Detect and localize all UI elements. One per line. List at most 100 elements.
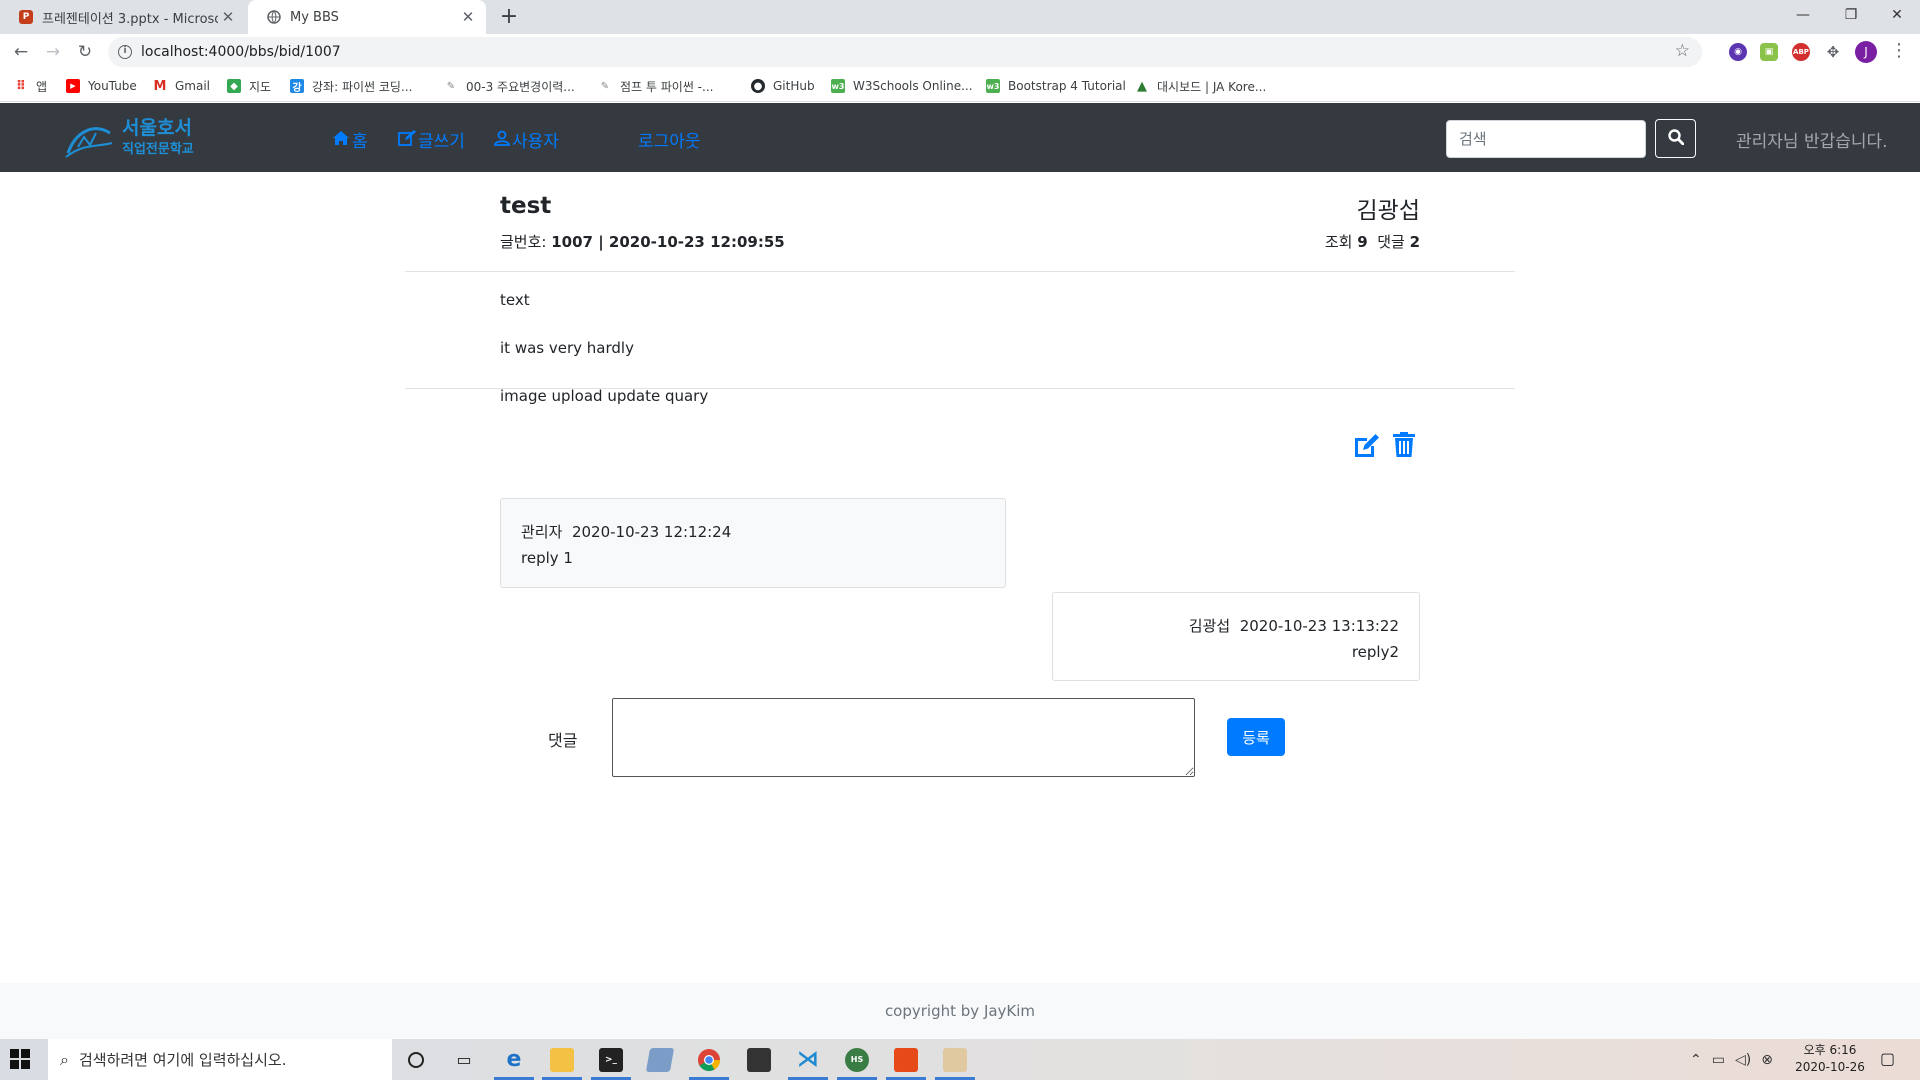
bookmark-youtube[interactable]: ▶ YouTube bbox=[66, 70, 137, 102]
tab-title: 프레젠테이션 3.pptx - Microsoft bbox=[42, 11, 218, 27]
new-tab-button[interactable]: + bbox=[496, 4, 522, 30]
bookmark-jump-to-python[interactable]: ✎ 점프 투 파이썬 -... bbox=[598, 70, 714, 102]
bookmark-dashboard[interactable]: ▲ 대시보드 | JA Kore... bbox=[1135, 70, 1266, 102]
home-icon bbox=[332, 130, 350, 150]
terminal-icon[interactable]: >_ bbox=[587, 1039, 635, 1080]
post-body-line: text bbox=[500, 291, 530, 309]
tab-my-bbs[interactable]: My BBS ✕ bbox=[248, 0, 486, 34]
bookmark-maps[interactable]: ◆ 지도 bbox=[227, 70, 271, 102]
console-icon[interactable] bbox=[735, 1039, 783, 1080]
search-input[interactable] bbox=[1446, 120, 1646, 158]
comment-textarea[interactable] bbox=[612, 698, 1195, 777]
trash-icon[interactable] bbox=[1393, 432, 1417, 460]
task-view-icon[interactable]: ▭ bbox=[440, 1039, 488, 1080]
bookmark-gmail[interactable]: M Gmail bbox=[153, 70, 210, 102]
wikidocs-icon: ✎ bbox=[600, 80, 610, 92]
adblock-icon[interactable]: ABP bbox=[1792, 43, 1810, 61]
paint-icon[interactable] bbox=[931, 1039, 979, 1080]
course-icon: 강 bbox=[290, 79, 304, 94]
vscode-icon[interactable]: ⋊ bbox=[784, 1039, 832, 1080]
comment-text: reply 1 bbox=[521, 549, 573, 567]
comment-label: 댓글 bbox=[548, 731, 578, 750]
tab-powerpoint[interactable]: P 프레젠테이션 3.pptx - Microsoft ✕ bbox=[0, 0, 246, 34]
edit-post-icon[interactable] bbox=[1353, 432, 1381, 460]
bookmark-apps[interactable]: ⠿ 앱 bbox=[14, 70, 47, 102]
clock[interactable]: 오후 6:16 2020-10-26 bbox=[1785, 1042, 1875, 1076]
cortana-icon[interactable] bbox=[392, 1039, 440, 1080]
comment-text: reply2 bbox=[1351, 643, 1399, 661]
web-page: 서울호서 직업전문학교 홈 글쓰기 사용자 로그아웃 검색 관리자님 반갑습니다… bbox=[0, 103, 1920, 1039]
network-icon[interactable]: ▭ bbox=[1712, 1052, 1725, 1068]
nav-users[interactable]: 사용자 bbox=[494, 127, 559, 152]
user-icon bbox=[494, 130, 510, 150]
back-arrow-icon[interactable]: ← bbox=[8, 39, 34, 65]
search-button[interactable] bbox=[1655, 119, 1696, 158]
windows-taskbar: ⌕ 검색하려면 여기에 입력하십시오. ▭ e >_ ⋊ HS ⌃ ▭ ◁) ⊗… bbox=[0, 1039, 1920, 1080]
info-icon[interactable]: i bbox=[118, 45, 132, 59]
puzzle-icon[interactable]: ✥ bbox=[1824, 43, 1842, 61]
bookmark-bootstrap[interactable]: w3 Bootstrap 4 Tutorial bbox=[986, 70, 1126, 102]
footer: copyright by JayKim bbox=[0, 983, 1920, 1039]
divider bbox=[405, 388, 1515, 389]
edge-icon[interactable]: e bbox=[490, 1039, 538, 1080]
app-icon[interactable] bbox=[636, 1039, 684, 1080]
close-tab-icon[interactable]: ✕ bbox=[458, 8, 478, 26]
svg-text:직업전문학교: 직업전문학교 bbox=[122, 141, 194, 157]
close-window-icon[interactable]: ✕ bbox=[1874, 0, 1920, 30]
views-label: 조회 bbox=[1324, 233, 1358, 251]
windows-start-icon[interactable] bbox=[10, 1049, 32, 1071]
extension-icon[interactable]: ▣ bbox=[1760, 43, 1778, 61]
chevron-up-icon[interactable]: ⌃ bbox=[1690, 1052, 1702, 1068]
svg-text:서울호서: 서울호서 bbox=[122, 117, 192, 139]
wikidocs-icon: ✎ bbox=[446, 80, 456, 92]
powerpoint-icon: P bbox=[18, 9, 34, 25]
bookmark-w3schools[interactable]: w3 W3Schools Online... bbox=[831, 70, 973, 102]
restore-icon[interactable]: ❐ bbox=[1828, 0, 1874, 30]
ime-icon[interactable]: ⊗ bbox=[1761, 1052, 1773, 1068]
profile-avatar[interactable]: J bbox=[1855, 41, 1877, 63]
comment-header: 관리자 2020-10-23 12:12:24 bbox=[521, 521, 985, 542]
comment-author: 관리자 bbox=[521, 523, 563, 541]
search-icon bbox=[1667, 129, 1684, 148]
comments-label: 댓글 bbox=[1377, 233, 1410, 251]
bookmark-changelog[interactable]: ✎ 00-3 주요변경이력... bbox=[444, 70, 575, 102]
comment-header: 김광섭 2020-10-23 13:13:22 bbox=[1073, 615, 1399, 636]
globe-icon bbox=[266, 9, 282, 25]
close-tab-icon[interactable]: ✕ bbox=[218, 8, 238, 26]
heidisql-icon[interactable]: HS bbox=[833, 1039, 881, 1080]
menu-dots-icon[interactable]: ⋮ bbox=[1890, 40, 1908, 61]
bookmarks-bar: ⠿ 앱 ▶ YouTube M Gmail ◆ 지도 강 강좌: 파이썬 코딩... ✎ 0… bbox=[0, 70, 1920, 102]
reload-icon[interactable]: ↻ bbox=[72, 39, 98, 65]
post-title: test bbox=[500, 193, 552, 219]
bookmark-github[interactable]: ● GitHub bbox=[751, 70, 815, 102]
volume-icon[interactable]: ◁) bbox=[1735, 1052, 1751, 1068]
clock-date: 2020-10-26 bbox=[1795, 1060, 1865, 1074]
nav-write[interactable]: 글쓰기 bbox=[398, 127, 465, 152]
site-navbar: 서울호서 직업전문학교 홈 글쓰기 사용자 로그아웃 검색 관리자님 반갑습니다… bbox=[0, 103, 1920, 172]
browser-tab-bar: P 프레젠테이션 3.pptx - Microsoft ✕ My BBS ✕ +… bbox=[0, 0, 1920, 34]
chrome-icon[interactable] bbox=[685, 1039, 733, 1080]
post-author: 김광섭 bbox=[1356, 198, 1420, 224]
bookmark-star-icon[interactable]: ☆ bbox=[1675, 41, 1690, 61]
site-logo[interactable]: 서울호서 직업전문학교 bbox=[64, 113, 204, 161]
post-meta: 글번호: 1007 | 2020-10-23 12:09:55 bbox=[500, 231, 785, 252]
address-bar[interactable]: i localhost:4000/bbs/bid/1007 ☆ bbox=[108, 37, 1702, 67]
taskbar-search-box[interactable]: ⌕ 검색하려면 여기에 입력하십시오. bbox=[48, 1039, 392, 1080]
post-body-line: image upload update quary bbox=[500, 387, 709, 405]
extension-icon[interactable]: ◉ bbox=[1729, 43, 1747, 61]
office-icon[interactable] bbox=[882, 1039, 930, 1080]
post-stats: 조회 9 댓글 2 bbox=[1325, 231, 1420, 252]
forward-arrow-icon[interactable]: → bbox=[40, 39, 66, 65]
youtube-icon: ▶ bbox=[66, 79, 80, 93]
notification-icon[interactable]: ▢ bbox=[1880, 1049, 1895, 1068]
apps-grid-icon: ⠿ bbox=[15, 78, 27, 94]
nav-home[interactable]: 홈 bbox=[332, 127, 368, 152]
file-explorer-icon[interactable] bbox=[538, 1039, 586, 1080]
minimize-icon[interactable]: — bbox=[1780, 0, 1826, 30]
nav-logout[interactable]: 로그아웃 bbox=[638, 127, 701, 152]
submit-comment-button[interactable]: 등록 bbox=[1227, 718, 1285, 756]
bookmark-python-course[interactable]: 강 강좌: 파이썬 코딩... bbox=[290, 70, 412, 102]
comment-date: 2020-10-23 13:13:22 bbox=[1239, 617, 1399, 635]
w3schools-icon: w3 bbox=[831, 79, 845, 93]
tab-title: My BBS bbox=[290, 9, 339, 25]
